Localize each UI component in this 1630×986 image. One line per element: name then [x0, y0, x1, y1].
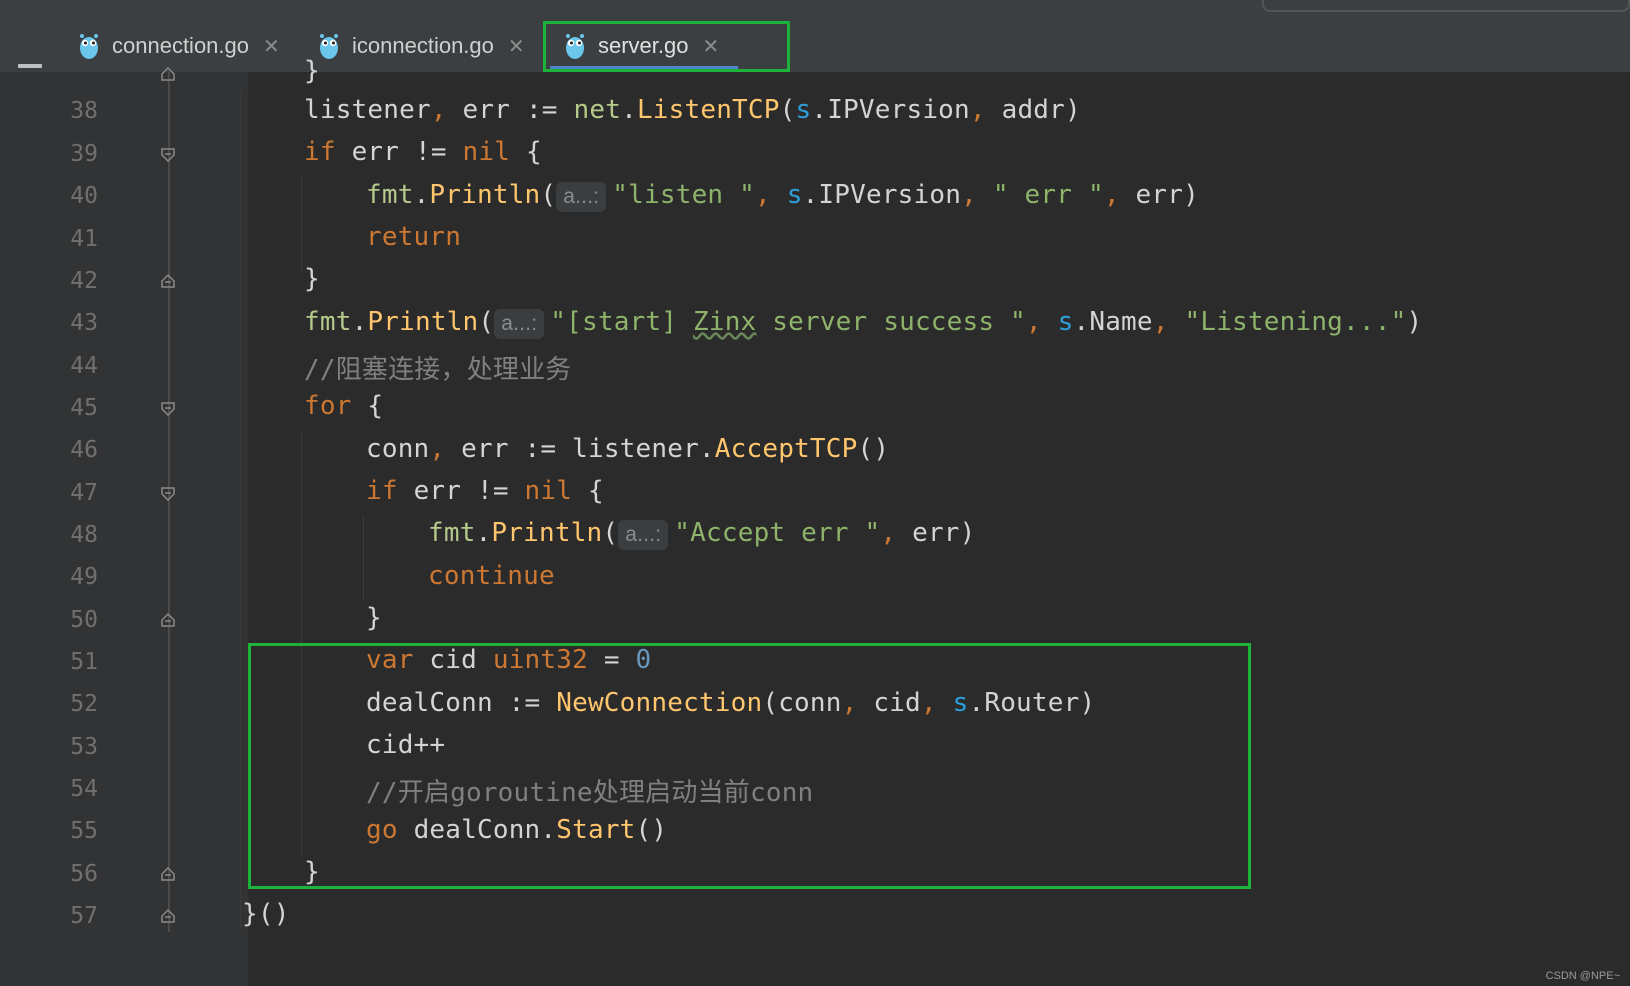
code-line: continue	[428, 561, 555, 591]
line-number: 55	[70, 818, 98, 844]
parameter-hint: a...:	[556, 182, 607, 212]
fold-marker-icon[interactable]	[160, 486, 176, 502]
watermark: CSDN @NPE~	[1545, 970, 1620, 982]
fold-marker-icon[interactable]	[160, 273, 176, 289]
tab-label: connection.go	[112, 33, 249, 58]
line-number: 49	[70, 564, 98, 590]
line-number: 47	[70, 480, 98, 506]
go-gopher-icon	[564, 32, 586, 60]
indent-guide	[363, 515, 364, 600]
go-gopher-icon	[78, 32, 100, 60]
line-number: 44	[70, 353, 98, 379]
code-line: go dealConn.Start()	[366, 815, 668, 845]
line-number: 53	[70, 734, 98, 760]
line-number: 41	[70, 226, 98, 252]
code-line: if err != nil {	[304, 137, 542, 167]
close-tab-icon[interactable]: ✕	[508, 34, 525, 59]
run-config-selector[interactable]	[1262, 0, 1630, 12]
fold-marker-icon[interactable]	[160, 908, 176, 924]
fold-marker-icon[interactable]	[160, 147, 176, 163]
tab-connection-go[interactable]: connection.go ✕	[78, 20, 280, 72]
code-line: }	[304, 857, 320, 887]
line-number: 52	[70, 691, 98, 717]
line-number: 54	[70, 776, 98, 802]
code-line: }	[304, 264, 320, 294]
code-line: }	[366, 603, 382, 633]
line-number: 45	[70, 395, 98, 421]
fold-marker-icon[interactable]	[160, 401, 176, 417]
line-number: 40	[70, 183, 98, 209]
line-number: 57	[70, 903, 98, 929]
code-line: listener, err := net.ListenTCP(s.IPVersi…	[304, 95, 1081, 125]
fold-marker-icon[interactable]	[160, 866, 176, 882]
code-line: return	[366, 222, 462, 252]
tab-server-go[interactable]: server.go ✕	[564, 20, 719, 72]
code-line-partial: }	[304, 56, 320, 86]
parameter-hint: a...:	[494, 309, 545, 339]
fold-tree-line	[168, 72, 170, 932]
code-line: //开启goroutine处理启动当前conn	[366, 778, 814, 808]
line-number: 38	[70, 98, 98, 124]
indent-guide	[301, 176, 302, 271]
line-number: 39	[70, 141, 98, 167]
code-line: for {	[304, 391, 384, 421]
code-text: }	[304, 56, 320, 86]
indent-guide	[301, 430, 302, 855]
parameter-hint: a...:	[618, 520, 669, 550]
line-number: 46	[70, 437, 98, 463]
tab-label: iconnection.go	[352, 33, 494, 58]
tab-label: server.go	[598, 33, 689, 58]
code-line: cid++	[366, 730, 446, 760]
active-tab-indicator	[550, 66, 738, 70]
code-line: conn, err := listener.AcceptTCP()	[366, 434, 890, 464]
close-tab-icon[interactable]: ✕	[263, 34, 280, 59]
fold-marker-icon[interactable]	[160, 612, 176, 628]
close-tab-icon[interactable]: ✕	[703, 34, 720, 59]
tab-iconnection-go[interactable]: iconnection.go ✕	[318, 20, 525, 72]
collapse-panel-icon[interactable]	[18, 64, 42, 68]
code-line: if err != nil {	[366, 476, 604, 506]
code-line: }()	[242, 899, 290, 929]
code-line: fmt.Println(a...: "listen ", s.IPVersion,…	[366, 180, 1199, 212]
left-tool-strip	[0, 72, 59, 986]
indent-guide	[240, 90, 241, 930]
line-number: 56	[70, 861, 98, 887]
fold-marker-icon[interactable]	[160, 66, 176, 82]
line-number: 43	[70, 310, 98, 336]
top-toolbar-strip	[0, 0, 1630, 21]
line-number: 51	[70, 649, 98, 675]
code-line: dealConn := NewConnection(conn, cid, s.R…	[366, 688, 1096, 718]
code-line: fmt.Println(a...: "Accept err ", err)	[428, 518, 976, 550]
go-gopher-icon	[318, 32, 340, 60]
line-number: 50	[70, 607, 98, 633]
line-number: 42	[70, 268, 98, 294]
line-number: 48	[70, 522, 98, 548]
code-line: var cid uint32 = 0	[366, 645, 652, 675]
code-line: fmt.Println(a...: "[start] Zinx server su…	[304, 307, 1423, 339]
code-line: //阻塞连接，处理业务	[304, 355, 572, 385]
